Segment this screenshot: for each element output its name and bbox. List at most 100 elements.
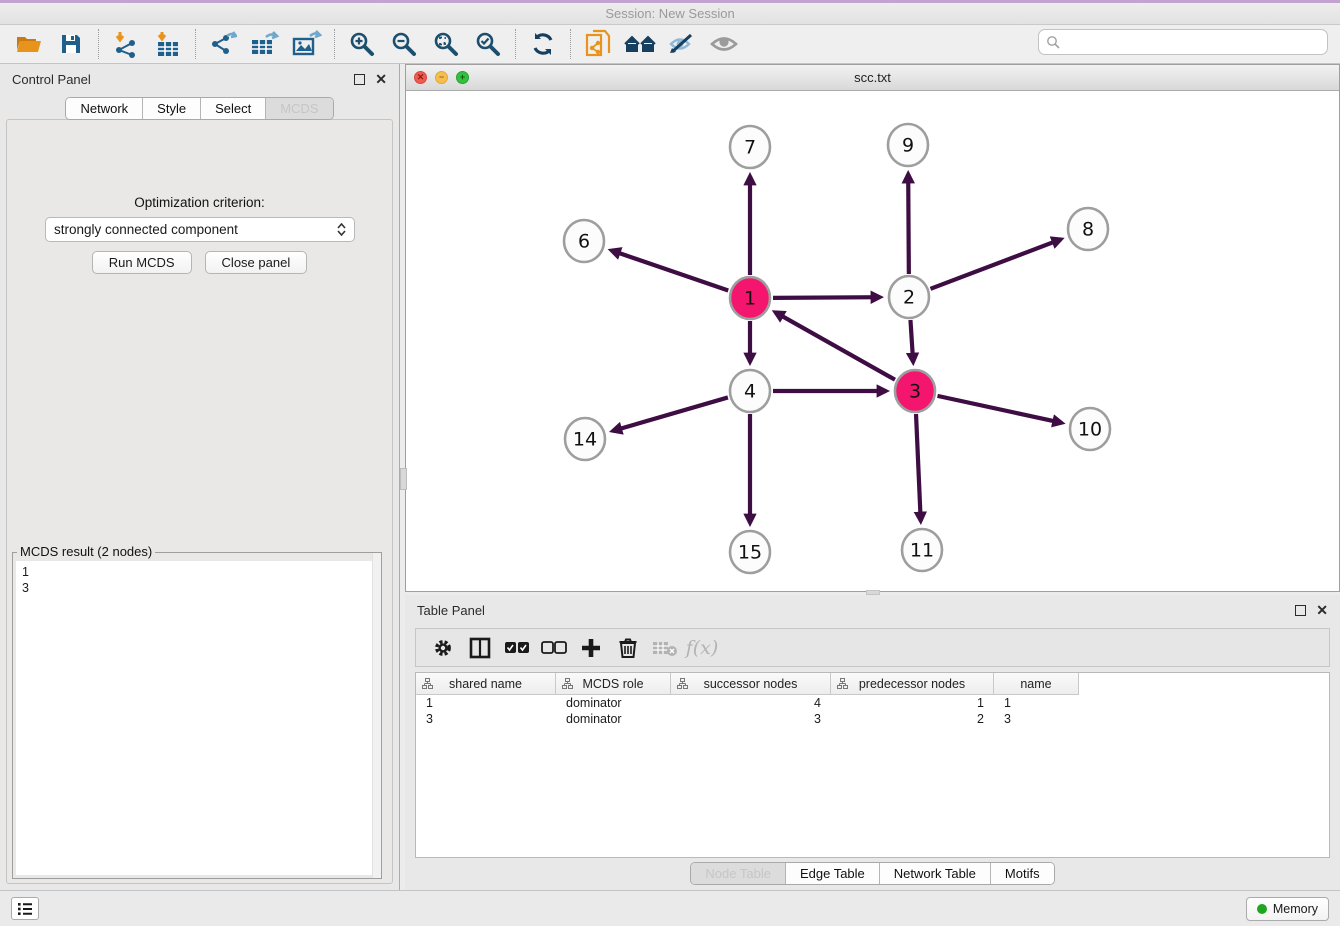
add-icon[interactable] — [574, 633, 608, 663]
delete-icon[interactable] — [611, 633, 645, 663]
mcds-panel: Optimization criterion: strongly connect… — [6, 119, 393, 884]
toolbar-separator — [334, 29, 335, 59]
svg-text:1: 1 — [744, 288, 756, 310]
toolbar-separator — [515, 29, 516, 59]
edge-1-2[interactable] — [773, 297, 880, 298]
deselect-all-icon[interactable] — [537, 633, 571, 663]
toolbar-separator — [98, 29, 99, 59]
save-session-icon[interactable] — [53, 28, 89, 60]
column-header-name[interactable]: name — [994, 673, 1079, 695]
search-field[interactable] — [1038, 29, 1328, 55]
table-cell[interactable]: 3 — [416, 711, 556, 727]
node-11[interactable]: 11 — [902, 529, 942, 571]
node-15[interactable]: 15 — [730, 531, 770, 573]
delete-table-icon — [648, 633, 682, 663]
node-4[interactable]: 4 — [730, 370, 770, 412]
optimization-criterion-label: Optimization criterion: — [7, 195, 392, 210]
tab-network[interactable]: Network — [66, 98, 143, 119]
close-table-panel-icon[interactable]: ✕ — [1316, 605, 1328, 616]
tab-edge-table[interactable]: Edge Table — [786, 863, 880, 884]
node-6[interactable]: 6 — [564, 220, 604, 262]
table-cell[interactable]: 1 — [831, 695, 994, 711]
zoom-fit-icon[interactable] — [428, 28, 464, 60]
close-panel-icon[interactable]: ✕ — [375, 74, 387, 85]
run-mcds-button[interactable]: Run MCDS — [92, 251, 192, 274]
node-8[interactable]: 8 — [1068, 208, 1108, 250]
edge-4-14[interactable] — [613, 397, 728, 430]
float-panel-icon[interactable] — [354, 74, 365, 85]
node-10[interactable]: 10 — [1070, 408, 1110, 450]
export-network-icon[interactable] — [205, 28, 241, 60]
refresh-icon[interactable] — [525, 28, 561, 60]
table-cell[interactable]: dominator — [556, 695, 671, 711]
first-neighbors-icon[interactable] — [622, 28, 658, 60]
node-2[interactable]: 2 — [889, 276, 929, 318]
node-1[interactable]: 1 — [730, 277, 770, 319]
list-icon — [17, 902, 33, 916]
gear-icon[interactable] — [426, 633, 460, 663]
tab-mcds[interactable]: MCDS — [266, 98, 332, 119]
edge-2-8[interactable] — [931, 239, 1061, 289]
table-cell[interactable]: dominator — [556, 711, 671, 727]
node-7[interactable]: 7 — [730, 126, 770, 168]
search-input[interactable] — [1064, 32, 1327, 52]
select-all-icon[interactable] — [500, 633, 534, 663]
edge-2-3[interactable] — [910, 320, 913, 362]
network-canvas[interactable]: 1 2 3 4 6 7 8 9 10 11 14 15 — [406, 91, 1339, 591]
open-session-icon[interactable] — [11, 28, 47, 60]
float-table-panel-icon[interactable] — [1295, 605, 1306, 616]
edge-3-10[interactable] — [937, 396, 1061, 423]
table-cell[interactable]: 2 — [831, 711, 994, 727]
tab-select[interactable]: Select — [201, 98, 266, 119]
edge-1-6[interactable] — [611, 250, 728, 290]
column-header-MCDS-role[interactable]: MCDS role — [556, 673, 671, 695]
columns-icon[interactable] — [463, 633, 497, 663]
toolbar-separator — [195, 29, 196, 59]
copy-network-icon[interactable] — [580, 28, 616, 60]
result-line: 3 — [22, 580, 372, 596]
control-panel-title: Control Panel — [12, 72, 91, 87]
column-header-predecessor-nodes[interactable]: predecessor nodes — [831, 673, 994, 695]
mcds-result-list[interactable]: 13 — [16, 561, 378, 875]
edge-3-11[interactable] — [916, 414, 921, 521]
export-image-icon[interactable] — [289, 28, 325, 60]
svg-text:9: 9 — [902, 135, 914, 157]
result-scrollbar[interactable] — [372, 553, 381, 878]
import-network-icon[interactable] — [108, 28, 144, 60]
node-9[interactable]: 9 — [888, 124, 928, 166]
edge-3-1[interactable] — [775, 312, 895, 379]
table-header-row: shared nameMCDS rolesuccessor nodesprede… — [416, 673, 1329, 695]
table-cell[interactable]: 1 — [994, 695, 1079, 711]
column-header-successor-nodes[interactable]: successor nodes — [671, 673, 831, 695]
vertical-splitter-handle[interactable] — [400, 468, 407, 490]
tab-motifs[interactable]: Motifs — [991, 863, 1054, 884]
criterion-select[interactable]: strongly connected component — [45, 217, 355, 242]
tab-style[interactable]: Style — [143, 98, 201, 119]
table-cell[interactable]: 3 — [671, 711, 831, 727]
edge-2-9[interactable] — [908, 174, 909, 274]
zoom-in-icon[interactable] — [344, 28, 380, 60]
table-cell[interactable]: 4 — [671, 695, 831, 711]
show-all-icon[interactable] — [706, 28, 742, 60]
export-table-icon[interactable] — [247, 28, 283, 60]
table-toolbar: f(x) — [415, 628, 1330, 667]
session-title: Session: New Session — [605, 6, 734, 21]
node-3[interactable]: 3 — [895, 370, 935, 412]
tab-network-table[interactable]: Network Table — [880, 863, 991, 884]
function-icon: f(x) — [685, 633, 719, 663]
table-cell[interactable]: 3 — [994, 711, 1079, 727]
memory-button[interactable]: Memory — [1246, 897, 1329, 921]
column-header-shared-name[interactable]: shared name — [416, 673, 556, 695]
node-14[interactable]: 14 — [565, 418, 605, 460]
zoom-selected-icon[interactable] — [470, 28, 506, 60]
hide-selected-icon[interactable] — [664, 28, 700, 60]
table-cell[interactable]: 1 — [416, 695, 556, 711]
task-history-button[interactable] — [11, 897, 39, 920]
table-row[interactable]: 3dominator323 — [416, 711, 1329, 727]
close-panel-button[interactable]: Close panel — [205, 251, 308, 274]
import-table-icon[interactable] — [150, 28, 186, 60]
tab-node-table[interactable]: Node Table — [691, 863, 786, 884]
node-table[interactable]: shared nameMCDS rolesuccessor nodesprede… — [415, 672, 1330, 858]
table-row[interactable]: 1dominator411 — [416, 695, 1329, 711]
zoom-out-icon[interactable] — [386, 28, 422, 60]
